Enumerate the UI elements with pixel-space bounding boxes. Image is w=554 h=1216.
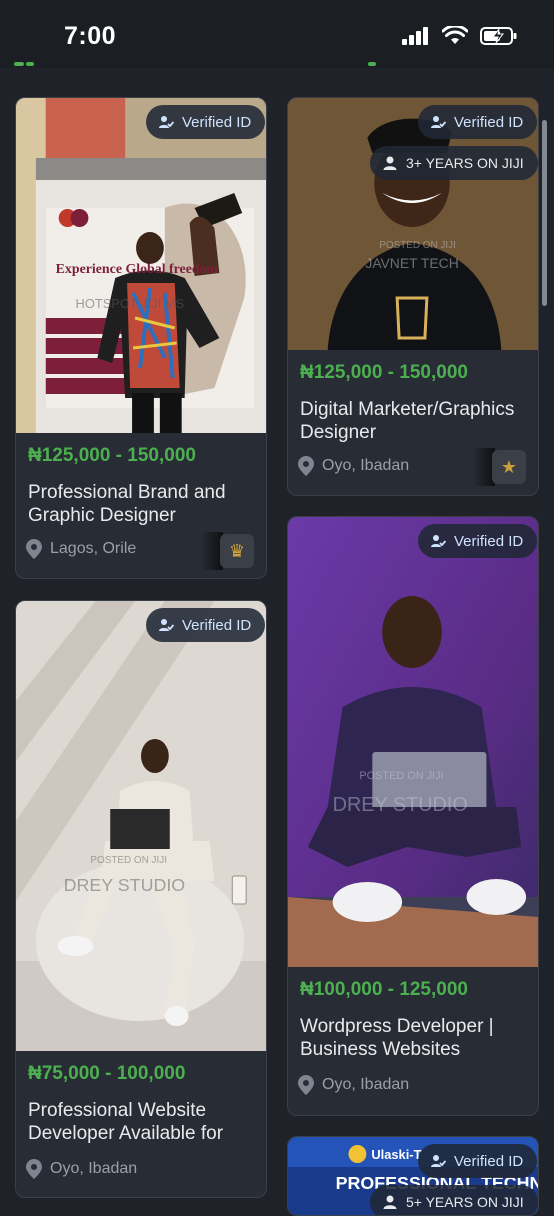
verified-id-badge: Verified ID bbox=[146, 608, 266, 642]
watermark-text: HOTSPOT JIJI MS bbox=[76, 296, 185, 311]
listing-card[interactable]: Ulaski-T PROFESSIONAL TECHN Verified ID … bbox=[287, 1136, 539, 1216]
cellular-signal-icon bbox=[402, 27, 428, 45]
location-text: Lagos, Orile bbox=[50, 540, 137, 557]
verified-user-icon bbox=[431, 116, 446, 128]
verified-user-icon bbox=[159, 619, 174, 631]
crown-icon: ♛ bbox=[220, 534, 254, 568]
filter-icon-peek bbox=[14, 62, 24, 66]
watermark-text: DREY STUDIO bbox=[333, 794, 468, 816]
listing-title[interactable]: Professional Website Developer Available… bbox=[28, 1099, 254, 1145]
location-pin-icon bbox=[298, 1075, 314, 1095]
listing-title[interactable]: Professional Brand and Graphic Designer bbox=[28, 481, 254, 527]
watermark-text: DREY STUDIO bbox=[64, 875, 186, 895]
verified-id-badge: Verified ID bbox=[418, 105, 538, 139]
location-text: Oyo, Ibadan bbox=[50, 1160, 138, 1177]
listing-price: ₦75,000 - 100,000 bbox=[28, 1063, 186, 1084]
listing-price: ₦100,000 - 125,000 bbox=[300, 979, 468, 1000]
verified-id-badge: Verified ID bbox=[418, 524, 538, 558]
badge-label: Verified ID bbox=[454, 113, 524, 131]
watermark-text: JAVNET TECH bbox=[365, 255, 458, 271]
verified-user-icon bbox=[431, 535, 446, 547]
listing-card[interactable]: POSTED ON JIJI DREY STUDIO Verified ID ₦… bbox=[287, 516, 539, 1116]
badge-label: Verified ID bbox=[454, 1152, 524, 1170]
badge-label: Verified ID bbox=[182, 616, 252, 634]
listing-card[interactable]: Experience Global freedom HOTSPOT JIJI M… bbox=[15, 97, 267, 579]
filter-icon-peek bbox=[26, 62, 34, 66]
user-icon bbox=[383, 1195, 397, 1209]
listing-location: Oyo, Ibadan bbox=[298, 1075, 409, 1095]
location-pin-icon bbox=[26, 1159, 42, 1179]
listing-card[interactable]: POSTED ON JIJI DREY STUDIO Verified ID ₦… bbox=[15, 600, 267, 1198]
years-on-jiji-badge: 5+ YEARS ON JIJI bbox=[370, 1185, 538, 1215]
location-text: Oyo, Ibadan bbox=[322, 1076, 410, 1093]
verified-id-badge: Verified ID bbox=[146, 105, 266, 139]
wifi-icon bbox=[442, 26, 468, 44]
listing-location: Oyo, Ibadan bbox=[298, 456, 409, 476]
poster-text: Experience Global freedom bbox=[56, 262, 219, 277]
listing-photo[interactable]: POSTED ON JIJI DREY STUDIO bbox=[288, 517, 538, 967]
user-icon bbox=[383, 156, 397, 170]
listing-title[interactable]: Wordpress Developer | Business Websites bbox=[300, 1015, 526, 1061]
listing-title[interactable]: Digital Marketer/Graphics Designer bbox=[300, 398, 526, 444]
location-pin-icon bbox=[26, 539, 42, 559]
sort-icon-peek bbox=[368, 62, 376, 66]
listing-price: ₦125,000 - 150,000 bbox=[28, 445, 196, 466]
filter-bar-peek bbox=[0, 56, 554, 70]
verified-user-icon bbox=[431, 1155, 446, 1167]
star-icon: ★ bbox=[492, 450, 526, 484]
listing-card[interactable]: POSTED ON JIJI JAVNET TECH Verified ID 3… bbox=[287, 97, 539, 496]
listing-location: Oyo, Ibadan bbox=[26, 1159, 137, 1179]
scrollbar[interactable] bbox=[542, 120, 547, 306]
watermark-text: POSTED ON JIJI bbox=[359, 770, 443, 782]
listing-location: Lagos, Orile bbox=[26, 539, 136, 559]
badge-label: 5+ YEARS ON JIJI bbox=[406, 1194, 524, 1210]
listing-photo[interactable]: Experience Global freedom HOTSPOT JIJI M… bbox=[16, 98, 266, 433]
status-icons bbox=[402, 26, 518, 46]
verified-user-icon bbox=[159, 116, 174, 128]
banner-text: Ulaski-T bbox=[371, 1147, 421, 1162]
status-bar: 7:00 bbox=[0, 0, 554, 68]
status-time: 7:00 bbox=[64, 22, 117, 50]
badge-label: Verified ID bbox=[454, 532, 524, 550]
watermark-text: POSTED ON JIJI bbox=[90, 855, 167, 866]
battery-charging-icon bbox=[480, 27, 517, 45]
location-text: Oyo, Ibadan bbox=[322, 457, 410, 474]
years-on-jiji-badge: 3+ YEARS ON JIJI bbox=[370, 146, 538, 180]
listing-price: ₦125,000 - 150,000 bbox=[300, 362, 468, 383]
badge-label: 3+ YEARS ON JIJI bbox=[406, 155, 524, 171]
verified-id-badge: Verified ID bbox=[418, 1144, 538, 1178]
listing-photo[interactable]: POSTED ON JIJI DREY STUDIO bbox=[16, 601, 266, 1051]
badge-label: Verified ID bbox=[182, 113, 252, 131]
location-pin-icon bbox=[298, 456, 314, 476]
watermark-text: POSTED ON JIJI bbox=[379, 240, 456, 251]
